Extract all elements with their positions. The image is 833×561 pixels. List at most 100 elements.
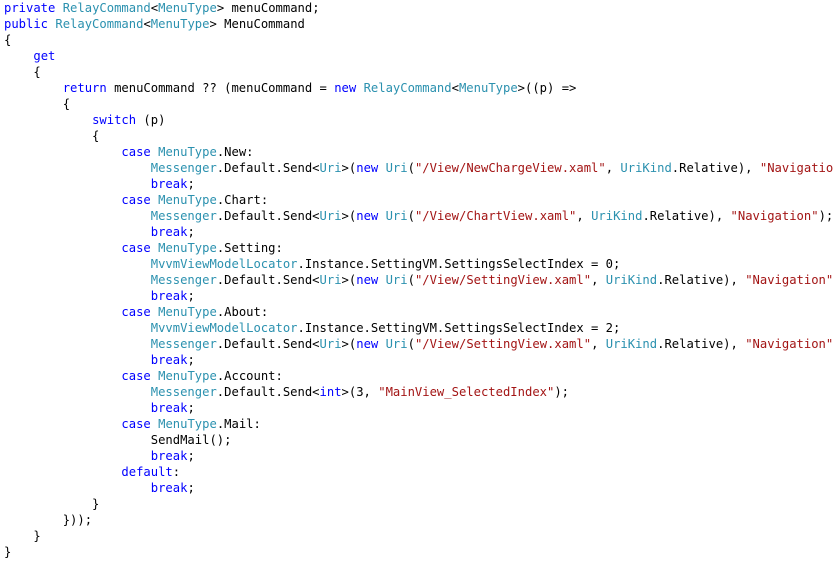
type-token: MvvmViewModelLocator — [150, 257, 298, 271]
code-token: .Relative), — [642, 209, 731, 223]
code-line: case MenuType.Mail: — [4, 416, 833, 432]
code-line: Messenger.Default.Send<int>(3, "MainView… — [4, 384, 833, 400]
code-line: MvvmViewModelLocator.Instance.SettingVM.… — [4, 320, 833, 336]
code-token: .Default.Send< — [216, 209, 320, 223]
type-token: UriKind — [620, 161, 672, 175]
type-token: MenuType — [158, 305, 217, 319]
code-line: break; — [4, 352, 833, 368]
code-line: case MenuType.About: — [4, 304, 833, 320]
keyword-token: get — [33, 49, 56, 63]
type-token: MenuType — [150, 17, 210, 31]
string-token: "/View/NewChargeView.xaml" — [414, 161, 606, 175]
type-token: UriKind — [605, 273, 658, 287]
type-token: Messenger — [150, 337, 217, 351]
type-token: RelayCommand — [363, 81, 452, 95]
code-token: ; — [187, 401, 195, 415]
code-line: case MenuType.New: — [4, 144, 833, 160]
code-token: .Relative), — [671, 161, 760, 175]
code-token: ( — [407, 337, 415, 351]
keyword-token: break — [150, 481, 188, 495]
code-line: } — [4, 544, 833, 560]
keyword-token: new — [356, 209, 379, 223]
code-token: ( — [407, 273, 415, 287]
keyword-token: new — [356, 337, 379, 351]
code-token: .Default.Send< — [216, 337, 320, 351]
code-line: SendMail(); — [4, 432, 833, 448]
type-token: MenuType — [158, 417, 217, 431]
type-token: UriKind — [591, 209, 643, 223]
keyword-token: new — [356, 161, 379, 175]
keyword-token: break — [150, 401, 188, 415]
code-line: break; — [4, 288, 833, 304]
string-token: "Navigation" — [759, 161, 833, 175]
keyword-token: break — [150, 289, 188, 303]
type-token: Uri — [385, 337, 408, 351]
code-line: case MenuType.Account: — [4, 368, 833, 384]
code-line: } — [4, 528, 833, 544]
code-token: , — [591, 337, 606, 351]
string-token: "MainView_SelectedIndex" — [378, 385, 555, 399]
code-token: : — [172, 465, 181, 479]
type-token: MenuType — [158, 145, 217, 159]
code-token: { — [4, 33, 12, 47]
code-line: break; — [4, 176, 833, 192]
string-token: "/View/SettingView.xaml" — [414, 273, 592, 287]
code-token: ( — [407, 161, 415, 175]
code-token: })); — [4, 513, 93, 527]
keyword-token: case — [121, 417, 151, 431]
keyword-token: return — [62, 81, 107, 95]
type-token: RelayCommand — [62, 1, 151, 15]
code-token: .Relative), — [657, 337, 746, 351]
type-token: MenuType — [158, 1, 217, 15]
code-line: { — [4, 32, 833, 48]
code-token: } — [4, 545, 12, 559]
keyword-token: case — [121, 241, 151, 255]
code-line: default: — [4, 464, 833, 480]
code-token: ; — [187, 481, 195, 495]
code-token: >( — [341, 273, 357, 287]
code-token: menuCommand ?? (menuCommand = — [106, 81, 335, 95]
code-line: case MenuType.Chart: — [4, 192, 833, 208]
type-token: UriKind — [605, 337, 658, 351]
code-token: } — [4, 497, 100, 511]
code-token: .Default.Send< — [216, 273, 320, 287]
code-token: .About: — [216, 305, 269, 319]
code-token: , — [591, 273, 606, 287]
keyword-token: break — [150, 177, 188, 191]
code-token: >( — [341, 337, 357, 351]
keyword-token: break — [150, 353, 188, 367]
code-token: { — [4, 129, 100, 143]
code-token: .Relative), — [657, 273, 746, 287]
type-token: Uri — [319, 209, 342, 223]
code-token: .Default.Send< — [216, 161, 320, 175]
type-token: RelayCommand — [55, 17, 144, 31]
keyword-token: case — [121, 305, 151, 319]
code-token: ; — [187, 289, 195, 303]
keyword-token: case — [121, 193, 151, 207]
code-line: return menuCommand ?? (menuCommand = new… — [4, 80, 833, 96]
type-token: Uri — [319, 161, 342, 175]
code-token: .Mail: — [216, 417, 261, 431]
